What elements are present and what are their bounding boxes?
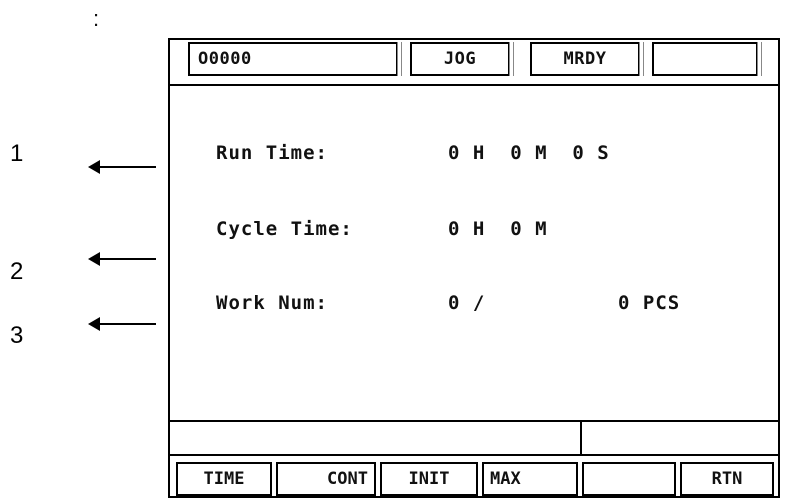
softkey-time[interactable]: TIME — [176, 462, 272, 496]
status-bar — [170, 420, 778, 456]
callout-number-3: 3 — [10, 322, 24, 349]
run-time-label: Run Time: — [216, 142, 328, 164]
cnc-screen: O0000 JOG MRDY Run Time: 0 H 0 M 0 S Cyc… — [168, 38, 780, 498]
status-indicator: MRDY — [530, 42, 644, 76]
softkey-cont[interactable]: CONT — [276, 462, 376, 496]
header-divider — [170, 84, 778, 86]
callout-arrow-2 — [88, 252, 156, 266]
work-num-count: 0 / — [448, 292, 486, 314]
program-number-field: O0000 — [188, 42, 402, 76]
cycle-time-label: Cycle Time: — [216, 218, 353, 240]
status-bar-divider — [580, 422, 582, 454]
run-time-value: 0 H 0 M 0 S — [448, 142, 610, 164]
mode-indicator: JOG — [410, 42, 514, 76]
callout-arrow-1 — [88, 160, 156, 174]
cycle-time-value: 0 H 0 M — [448, 218, 548, 240]
softkey-init[interactable]: INIT — [380, 462, 478, 496]
callout-number-2: 2 — [10, 258, 24, 285]
softkey-rtn[interactable]: RTN — [680, 462, 774, 496]
softkey-max[interactable]: MAX — [482, 462, 578, 496]
softkey-blank[interactable] — [582, 462, 676, 496]
extra-indicator — [652, 42, 762, 76]
callout-arrow-3 — [88, 317, 156, 331]
work-num-total: 0 PCS — [618, 292, 681, 314]
work-num-label: Work Num: — [216, 292, 328, 314]
annotation-colon: : — [93, 6, 100, 31]
callout-number-1: 1 — [10, 140, 24, 167]
